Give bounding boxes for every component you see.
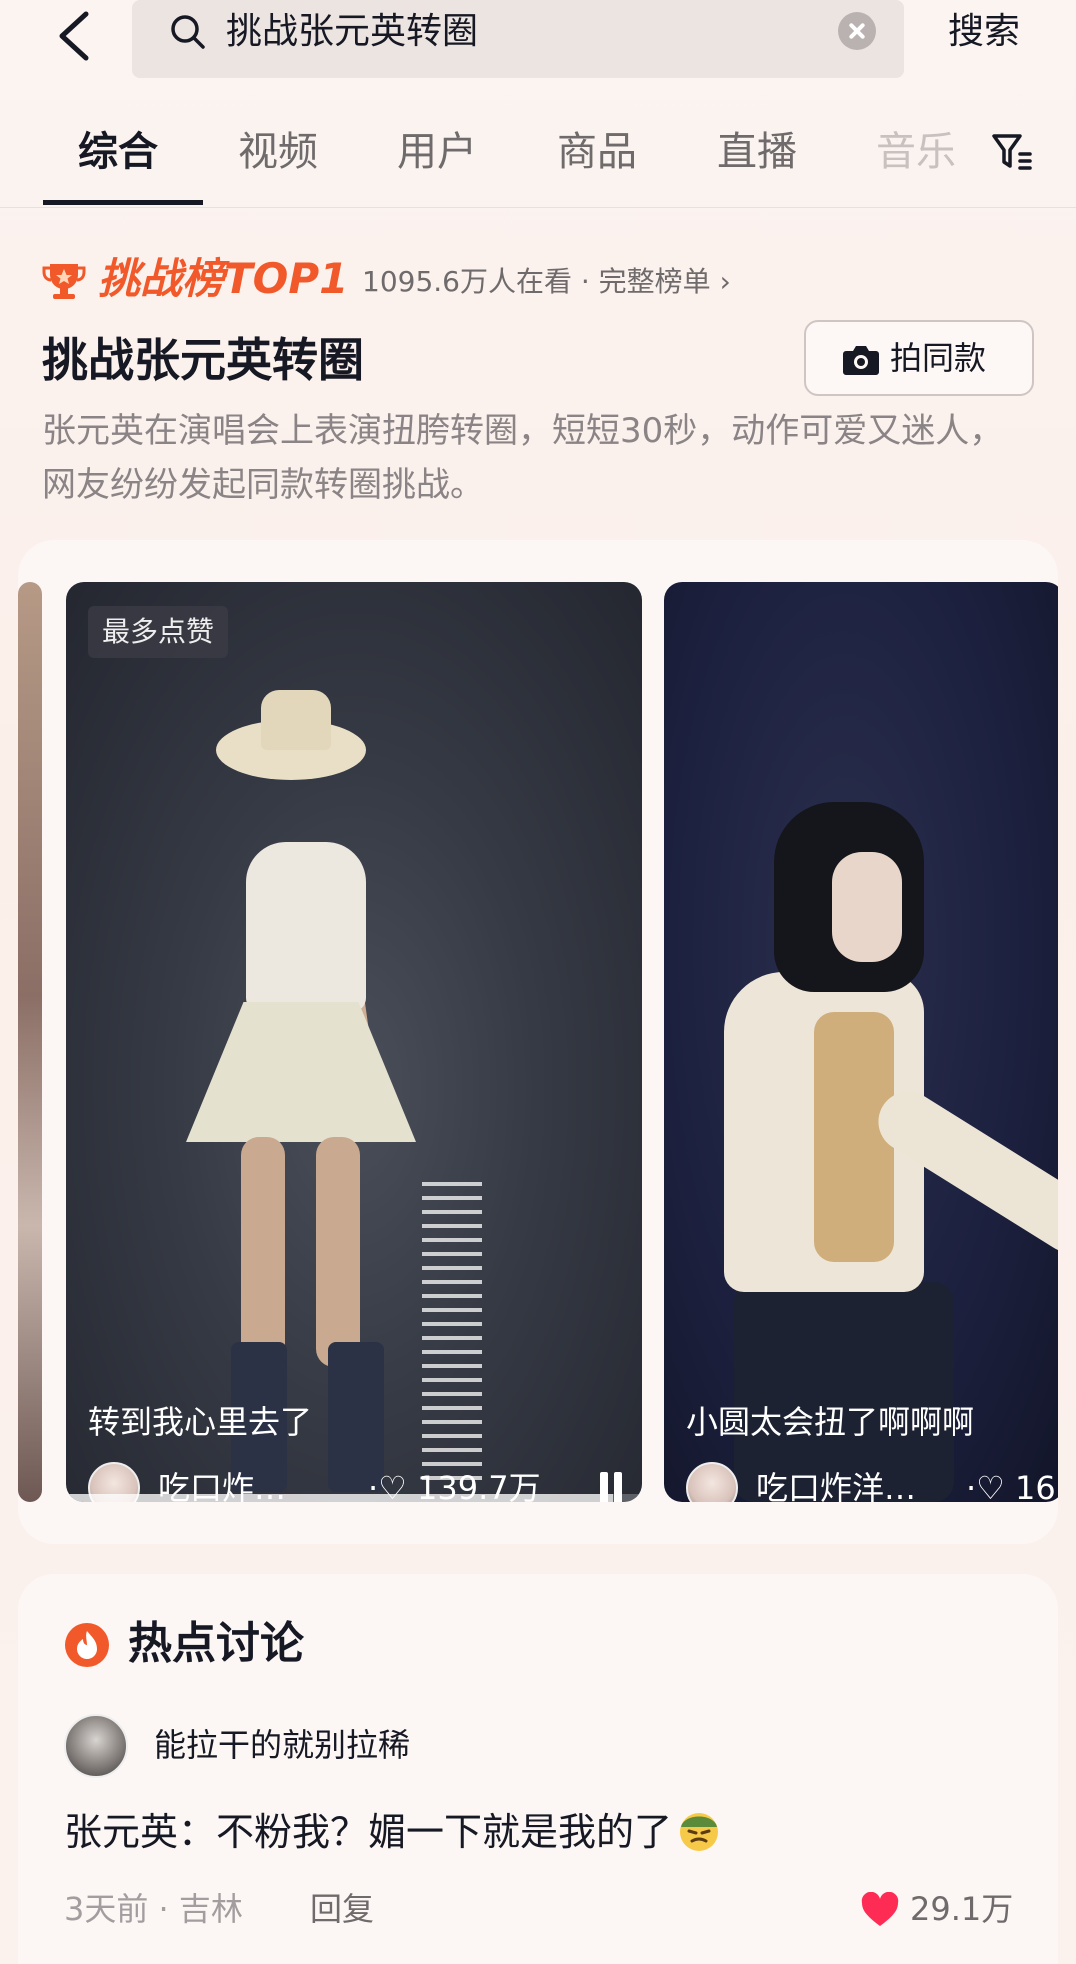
stage-lights	[422, 1182, 482, 1482]
comment-username[interactable]: 能拉干的就别拉稀	[154, 1722, 410, 1768]
video-thumbnail-figure	[832, 852, 902, 962]
video-card-partial[interactable]	[18, 582, 42, 1502]
video-thumbnail-figure	[316, 1137, 360, 1367]
search-header: 挑战张元英转圈 搜索	[0, 0, 1076, 84]
video-progress-fill	[66, 1494, 614, 1502]
video-card[interactable]: 小圆太会扭了啊啊啊 吃口炸洋… ·♡ 16	[664, 582, 1058, 1502]
video-thumbnail-figure	[261, 690, 331, 750]
video-likes: ·♡ 16	[966, 1469, 1056, 1502]
search-input[interactable]: 挑战张元英转圈	[132, 0, 904, 78]
shoot-same-label: 拍同款	[890, 339, 987, 377]
search-results-page: 挑战张元英转圈 搜索 综合 视频 用户 商品 直播 音乐 挑战榜TOP1 109…	[0, 0, 1076, 1964]
shoot-same-button[interactable]: 拍同款	[804, 320, 1034, 396]
reply-button[interactable]: 回复	[310, 1886, 374, 1932]
search-icon	[171, 15, 205, 49]
tab-users[interactable]: 用户	[397, 124, 477, 180]
comment-time-location: 3天前 · 吉林	[64, 1890, 243, 1928]
video-progress-bar[interactable]	[66, 1494, 642, 1502]
search-query: 挑战张元英转圈	[226, 11, 479, 52]
challenge-viewers[interactable]: 1095.6万人在看 · 完整榜单 ›	[362, 262, 731, 302]
video-meta: 吃口炸洋… ·♡ 16	[686, 1462, 1058, 1502]
challenge-title: 挑战张元英转圈	[42, 333, 364, 387]
active-tab-indicator	[43, 200, 203, 205]
most-liked-tag: 最多点赞	[88, 606, 229, 658]
comment-body: 张元英：不粉我？媚一下就是我的了	[64, 1810, 673, 1854]
result-tabs: 综合 视频 用户 商品 直播 音乐	[0, 112, 1076, 208]
back-arrow-icon[interactable]	[52, 8, 96, 64]
tab-music[interactable]: 音乐	[876, 124, 956, 180]
challenge-rank-badge: 挑战榜TOP1	[98, 254, 349, 303]
tab-products[interactable]: 商品	[557, 124, 637, 180]
tab-live[interactable]: 直播	[717, 124, 797, 180]
tab-comprehensive[interactable]: 综合	[78, 124, 158, 180]
video-thumbnail-figure	[241, 1137, 285, 1367]
video-author[interactable]: 吃口炸洋…	[756, 1466, 916, 1502]
video-caption: 转到我心里去了	[88, 1403, 313, 1441]
hot-discussion-card: 热点讨论 能拉干的就别拉稀 张元英：不粉我？媚一下就是我的了 3天前 · 吉林 …	[18, 1574, 1058, 1964]
video-card[interactable]: 最多点赞 转到我心里去了 吃口炸… ·♡ 139.7万	[66, 582, 642, 1502]
video-thumbnail-figure	[186, 1002, 416, 1142]
like-count: 29.1万	[910, 1890, 1014, 1928]
clear-icon[interactable]	[838, 12, 876, 50]
smug-emoji-icon	[680, 1813, 719, 1851]
search-button[interactable]: 搜索	[948, 8, 1020, 56]
avatar[interactable]	[686, 1462, 738, 1502]
filter-icon[interactable]	[990, 130, 1034, 174]
video-thumbnail-figure	[246, 842, 366, 1012]
video-caption: 小圆太会扭了啊啊啊	[686, 1403, 975, 1441]
avatar[interactable]	[64, 1714, 128, 1778]
camera-icon	[843, 346, 879, 375]
trophy-icon	[42, 264, 86, 299]
comment-text: 张元英：不粉我？媚一下就是我的了	[64, 1804, 722, 1860]
flame-icon	[65, 1623, 109, 1667]
heart-icon[interactable]	[860, 1892, 900, 1928]
challenge-description: 张元英在演唱会上表演扭胯转圈，短短30秒，动作可爱又迷人，网友纷纷发起同款转圈挑…	[42, 411, 1004, 505]
tab-video[interactable]: 视频	[238, 124, 318, 180]
video-carousel[interactable]: 最多点赞 转到我心里去了 吃口炸… ·♡ 139.7万 小圆太会扭了啊啊啊 吃口…	[18, 540, 1058, 1544]
section-title: 热点讨论	[128, 1618, 304, 1669]
